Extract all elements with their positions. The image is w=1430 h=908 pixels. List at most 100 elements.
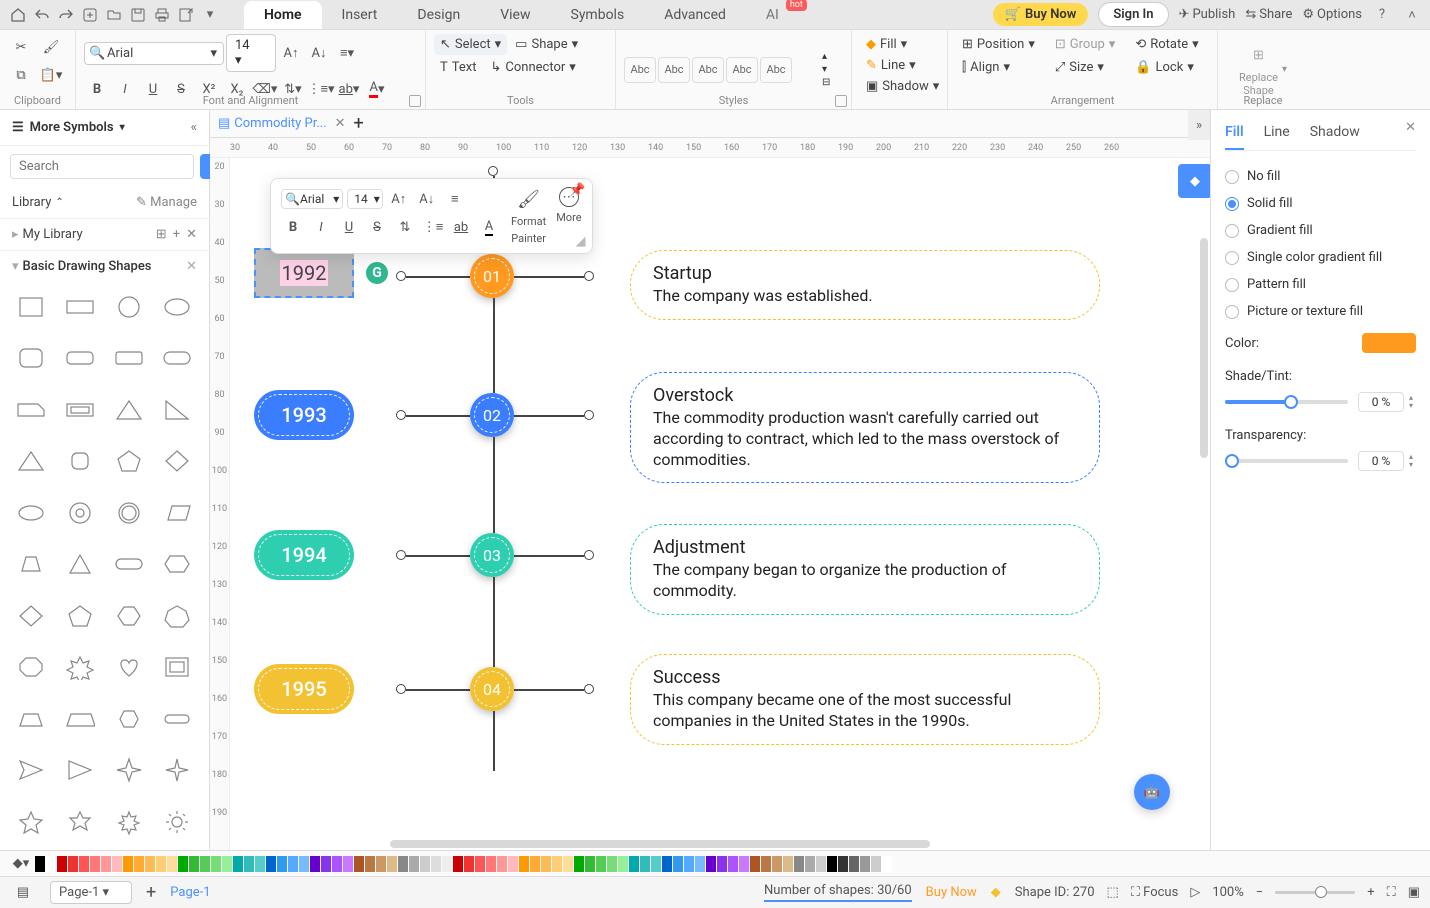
size-button[interactable]: ⤢Size▾ [1049,57,1121,78]
color-swatch[interactable] [189,856,199,872]
mini-size-select[interactable]: 14▾ [347,189,383,209]
shape-pill[interactable] [156,337,198,379]
color-swatch[interactable] [882,856,892,872]
fill-option[interactable]: Picture or texture fill [1225,298,1416,325]
color-swatch[interactable] [321,856,331,872]
color-swatch[interactable] [651,856,661,872]
color-swatch[interactable] [574,856,584,872]
tab-design[interactable]: Design [397,1,480,29]
shape-pill2[interactable] [156,698,198,740]
color-swatch[interactable] [728,856,738,872]
tab-advanced[interactable]: Advanced [644,1,746,29]
shape-hex3[interactable] [108,698,150,740]
shape-snip-rect[interactable] [108,337,150,379]
new-doc-icon[interactable]: + [354,113,364,134]
color-swatch[interactable] [761,856,771,872]
shape-pentagon[interactable] [108,440,150,482]
shape-star6[interactable] [59,801,101,843]
shape-octagon[interactable] [10,646,52,688]
color-swatch[interactable] [585,856,595,872]
shape-rhombus[interactable] [10,595,52,637]
shape-frame[interactable] [59,389,101,431]
shape-star4[interactable] [108,749,150,791]
shape-star7[interactable] [108,801,150,843]
color-swatch[interactable] [475,856,485,872]
color-swatch[interactable] [46,856,56,872]
mini-font-select[interactable]: Arial🔍▾ [281,189,343,209]
copy-icon[interactable]: ⧉ [8,62,34,88]
redo-icon[interactable] [56,5,76,25]
mylib-row[interactable]: ▸My Library ⊞+✕ [0,219,209,251]
prop-tab-shadow[interactable]: Shadow [1310,120,1360,150]
color-swatch[interactable] [288,856,298,872]
style-up-icon[interactable]: ▴ [822,51,830,62]
shape-round-diamond[interactable] [59,440,101,482]
color-swatch[interactable] [156,856,166,872]
category-basic[interactable]: ▾Basic Drawing Shapes ✕ [0,251,209,282]
color-swatch[interactable] [178,856,188,872]
shape-sun[interactable] [156,801,198,843]
fill-option[interactable]: No fill [1225,163,1416,190]
group-button[interactable]: ⊡Group▾ [1049,34,1121,55]
color-swatch[interactable] [838,856,848,872]
style-preset[interactable]: Abc [726,57,758,83]
format-painter-icon[interactable]: 🖌 [517,187,541,211]
save-icon[interactable] [128,5,148,25]
color-swatch[interactable] [673,856,683,872]
color-swatch[interactable] [211,856,221,872]
new-icon[interactable] [80,5,100,25]
color-swatch[interactable] [607,856,617,872]
shape-tri2[interactable] [10,440,52,482]
shape-ellipse[interactable] [156,286,198,328]
shape-round-sq[interactable] [10,337,52,379]
help-icon[interactable]: ? [1372,5,1392,25]
color-swatch[interactable] [662,856,672,872]
fill-option[interactable]: Pattern fill [1225,271,1416,298]
shape-para2[interactable] [59,698,101,740]
shape-trap2[interactable] [10,698,52,740]
shape-hexagon[interactable] [156,543,198,585]
collapse-panel-icon[interactable]: « [191,120,197,135]
shape-ellipse2[interactable] [10,492,52,534]
shape-iso-tri[interactable] [59,543,101,585]
paste-icon[interactable]: 📋▾ [38,62,64,88]
color-swatch[interactable] [519,856,529,872]
color-swatch[interactable] [101,856,111,872]
color-swatch[interactable] [629,856,639,872]
color-swatch[interactable] [640,856,650,872]
line-button[interactable]: ✎Line ▾ [860,55,922,76]
color-swatch[interactable] [233,856,243,872]
color-swatch[interactable] [134,856,144,872]
mini-inc-font-icon[interactable]: A↑ [387,187,411,211]
style-down-icon[interactable]: ▾ [822,64,830,75]
font-select[interactable]: Arial ▾🔍 [84,42,224,65]
shade-value[interactable]: 0 % [1358,392,1404,412]
resize-icon[interactable]: ◢ [576,234,586,249]
publish-link[interactable]: ✈Publish [1179,7,1236,22]
color-swatch[interactable] [552,856,562,872]
home-icon[interactable] [8,5,28,25]
color-swatch[interactable] [277,856,287,872]
shape-stadium[interactable] [108,543,150,585]
color-swatch[interactable] [409,856,419,872]
color-swatch[interactable] [849,856,859,872]
color-swatch[interactable] [266,856,276,872]
mini-strike-icon[interactable]: S [365,215,389,239]
year-pill-1993[interactable]: 1993 [254,390,354,440]
color-swatch[interactable] [772,856,782,872]
close-doc-icon[interactable]: ✕ [335,116,346,131]
color-swatch[interactable] [706,856,716,872]
color-swatch[interactable] [244,856,254,872]
color-swatch[interactable] [376,856,386,872]
mini-dec-font-icon[interactable]: A↓ [415,187,439,211]
open-icon[interactable] [104,5,124,25]
color-swatch[interactable] [123,856,133,872]
bucket-bar-icon[interactable]: ◆▾ [8,851,34,877]
color-swatch[interactable] [563,856,573,872]
shape-circle[interactable] [108,286,150,328]
shape-rect[interactable] [59,286,101,328]
shape-star5[interactable] [10,801,52,843]
color-swatch[interactable] [68,856,78,872]
style-more-icon[interactable]: ⊟ [822,77,830,88]
tab-ai[interactable]: AIhot [746,1,799,29]
